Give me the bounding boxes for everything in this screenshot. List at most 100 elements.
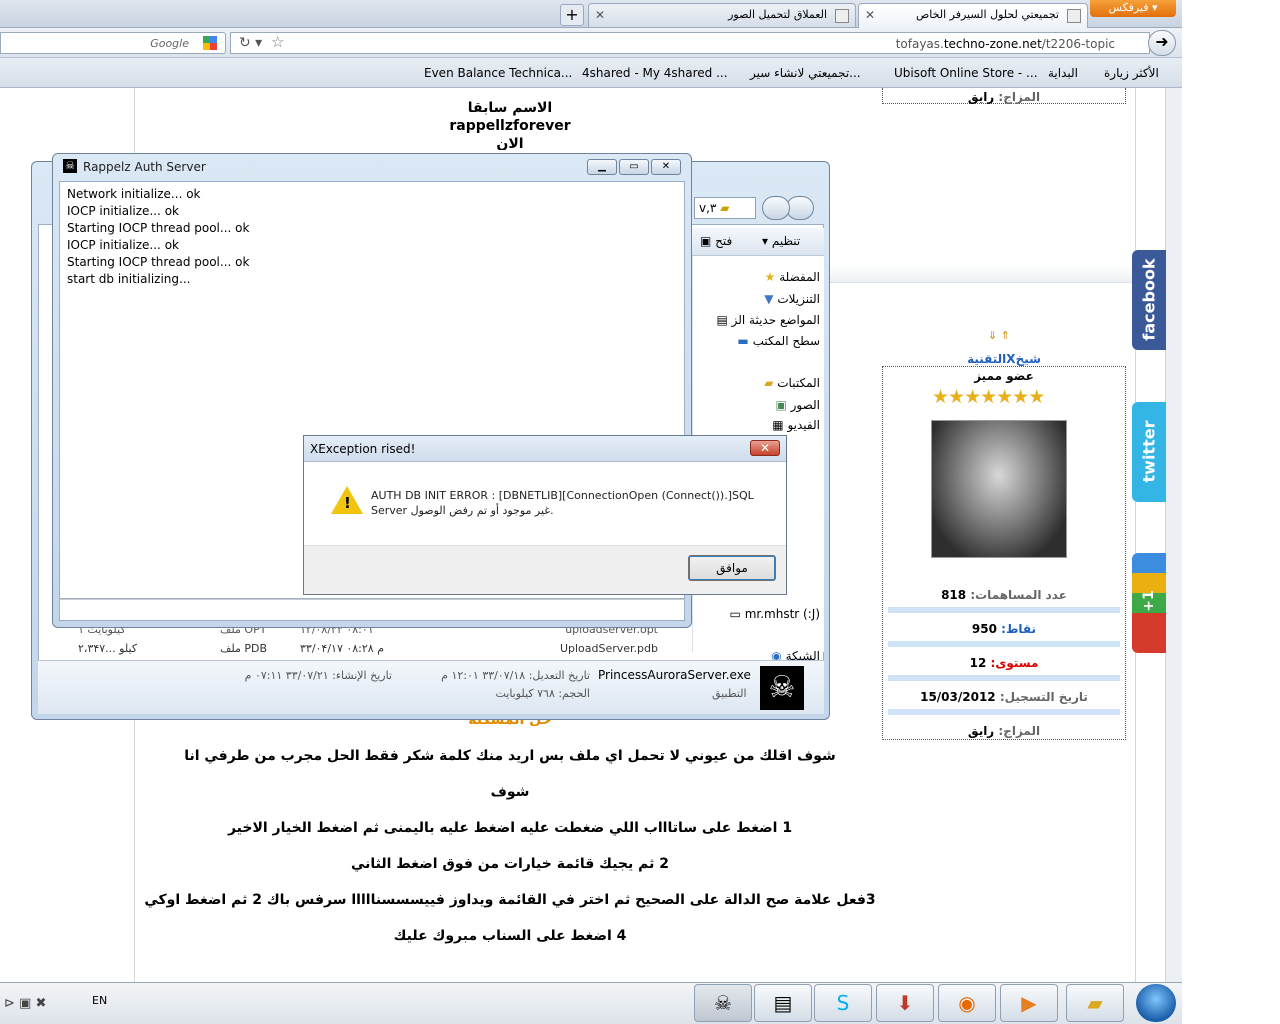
page-icon xyxy=(835,9,849,23)
body-line-6: 4 اضغط على السناب مبروك عليك xyxy=(393,928,627,944)
twitter-button[interactable]: twitter xyxy=(1132,402,1166,502)
url-bar[interactable]: ↻ ▾ ☆ tofayas.techno-zone.net/t2206-topi… xyxy=(230,32,1150,54)
console-line: Starting IOCP thread pool... ok xyxy=(67,221,250,235)
search-input[interactable]: Google xyxy=(0,32,226,54)
dialog-titlebar: XException rised! xyxy=(304,436,786,462)
mood-top: المزاج: رايق xyxy=(967,90,1041,104)
rank-stars: ★★★★★★★ xyxy=(932,386,1045,408)
bookmark-star-icon[interactable]: ☆ xyxy=(271,33,284,51)
body-line-3: 1 اضغط على ساتاااب اللي ضغطت عليه اضغط ع… xyxy=(227,820,793,836)
console-input-strip[interactable] xyxy=(59,599,685,621)
language-indicator[interactable]: EN xyxy=(92,994,107,1007)
console-line: Starting IOCP thread pool... ok xyxy=(67,255,250,269)
back-nav-button[interactable] xyxy=(786,196,814,220)
skull-icon: ☠ xyxy=(63,159,77,173)
created-date: تاريخ الإنشاء: ٣٣/٠٧/٢١ ٠٧:١١ م xyxy=(244,669,392,682)
facebook-button[interactable]: facebook xyxy=(1132,250,1166,350)
warning-icon xyxy=(331,486,363,514)
divider xyxy=(888,607,1120,613)
maximize-button[interactable]: ▭ xyxy=(619,159,649,175)
close-tab-icon[interactable]: ✕ xyxy=(595,8,605,22)
bookmark-most-visited[interactable]: الأكثر زيارة xyxy=(1104,66,1159,80)
post-line-1: الاسم سابقا xyxy=(467,100,553,116)
bookmark-ubisoft[interactable]: Ubisoft Online Store - ... xyxy=(894,66,1038,80)
taskbar-folder-icon[interactable]: ▰ xyxy=(1066,984,1124,1022)
taskbar-notepad-icon[interactable]: ▤ xyxy=(754,984,812,1022)
open-button[interactable]: فتح ▣ xyxy=(700,234,732,248)
console-line: IOCP initialize... ok xyxy=(67,238,179,252)
bookmark-evenbalance[interactable]: Even Balance Technica... xyxy=(424,66,572,80)
taskbar-download-icon[interactable]: ⬇ xyxy=(876,984,934,1022)
divider xyxy=(888,709,1120,715)
nav-libraries[interactable]: المكتبات ▰ xyxy=(722,376,820,390)
site-favicon-icon xyxy=(1067,9,1081,23)
console-line: IOCP initialize... ok xyxy=(67,204,179,218)
bookmark-collection[interactable]: تجميعتي لانشاء سير... xyxy=(750,66,861,80)
google-plus-one-button[interactable]: +1 xyxy=(1132,553,1166,653)
close-button[interactable]: ✕ xyxy=(651,159,681,175)
nav-desktop[interactable]: سطح المكتب ▬ xyxy=(722,334,820,348)
selected-file-name: PrincessAuroraServer.exe xyxy=(598,668,751,682)
bookmark-4shared[interactable]: 4shared - My 4shared ... xyxy=(582,66,728,80)
error-message: AUTH DB INIT ERROR : [DBNETLIB][Connecti… xyxy=(371,489,754,517)
tab-inactive[interactable]: العملاق لتحميل الصور ✕ xyxy=(588,3,856,27)
taskbar-media-player-icon[interactable]: ▶ xyxy=(1000,984,1058,1022)
console-line: Network initialize... ok xyxy=(67,187,201,201)
desktop-icon: ▬ xyxy=(737,334,749,348)
minimize-button[interactable]: ▁ xyxy=(587,159,617,175)
new-tab-button[interactable]: + xyxy=(560,4,584,26)
download-folder-icon: ▼ xyxy=(764,292,774,306)
start-button[interactable] xyxy=(1136,984,1176,1022)
modified-date: تاريخ التعديل: ٣٣/٠٧/١٨ ١٢:٠١ م xyxy=(441,669,590,682)
reload-icon[interactable]: ↻ ▾ xyxy=(239,35,262,51)
organize-menu[interactable]: تنظيم ▾ xyxy=(762,234,800,248)
body-line-5: 3فعل علامة صح الدالة على الصحيح ثم اختر … xyxy=(144,892,876,908)
tab-active[interactable]: تجميعتي لحلول السيرفر الخاص ✕ xyxy=(858,3,1088,28)
address-bar[interactable]: v,٣ ▰ xyxy=(694,197,756,219)
nav-pictures[interactable]: الصور ▣ xyxy=(722,398,820,412)
post-line-3: الان xyxy=(496,136,524,150)
body-line-1: شوف اقلك من عيوني لا تحمل اي ملف بس اريد… xyxy=(184,748,836,764)
nav-favorites[interactable]: المفضلة ★ xyxy=(732,270,820,284)
nav-downloads[interactable]: التنزيلات ▼ xyxy=(722,292,820,306)
close-tab-icon[interactable]: ✕ xyxy=(865,8,875,22)
tray-icons[interactable]: ⊳ ▣ ✖ xyxy=(4,996,46,1011)
error-dialog[interactable]: XException rised! ✕ AUTH DB INIT ERROR :… xyxy=(303,435,787,595)
nav-videos[interactable]: الفيديو ▦ xyxy=(722,418,820,432)
divider xyxy=(888,641,1120,647)
stat-points: نقاط: 950 xyxy=(971,622,1037,636)
taskbar-skull-app[interactable]: ☠ xyxy=(694,984,752,1022)
forward-nav-button[interactable] xyxy=(762,196,790,220)
file-size: الحجم: ٧٦٨ كيلوبايت xyxy=(495,687,590,700)
post-line-2: rappellzforever xyxy=(449,118,571,134)
nav-recent[interactable]: المواضع حديثة الز ▤ xyxy=(692,313,820,327)
libraries-icon: ▰ xyxy=(764,376,774,390)
taskbar-firefox-icon[interactable]: ◉ xyxy=(938,984,996,1022)
divider xyxy=(888,675,1120,681)
stat-posts: عدد المساهمات: 818 xyxy=(941,588,1067,602)
back-button[interactable]: ➜ xyxy=(1148,30,1176,56)
selected-file-kind: التطبيق xyxy=(712,687,747,700)
stat-mood: المزاج: رايق xyxy=(967,724,1041,738)
console-line: start db initializing... xyxy=(67,272,191,286)
stat-joined: تاريخ التسجيل: 15/03/2012 xyxy=(920,690,1088,704)
recent-places-icon: ▤ xyxy=(716,313,728,327)
stat-level: مستوى: 12 xyxy=(969,656,1039,670)
pictures-icon: ▣ xyxy=(775,398,787,412)
arrows-icon[interactable]: ⇓ ⇑ xyxy=(988,329,1010,342)
skull-app-icon: ☠ xyxy=(760,666,804,710)
nav-drive-j[interactable]: (J:) mr.mhstr ▭ xyxy=(696,607,820,621)
firefox-menu-button[interactable]: فيرفكس ▾ xyxy=(1090,0,1176,17)
star-icon: ★ xyxy=(764,270,776,284)
page-scrollbar[interactable] xyxy=(1165,88,1182,982)
profile-username[interactable]: شيخXالتقنية xyxy=(884,352,1124,366)
bookmark-home[interactable]: البداية xyxy=(1048,66,1078,80)
videos-icon: ▦ xyxy=(772,418,784,432)
desktop-margin xyxy=(1182,0,1280,1024)
taskbar-skype-icon[interactable]: S xyxy=(814,984,872,1022)
dialog-close-button[interactable]: ✕ xyxy=(750,440,780,456)
body-line-2: شوف xyxy=(490,784,530,800)
ok-button[interactable]: موافق xyxy=(688,555,776,581)
avatar xyxy=(931,420,1067,558)
window-title: Rappelz Auth Server xyxy=(83,160,206,174)
